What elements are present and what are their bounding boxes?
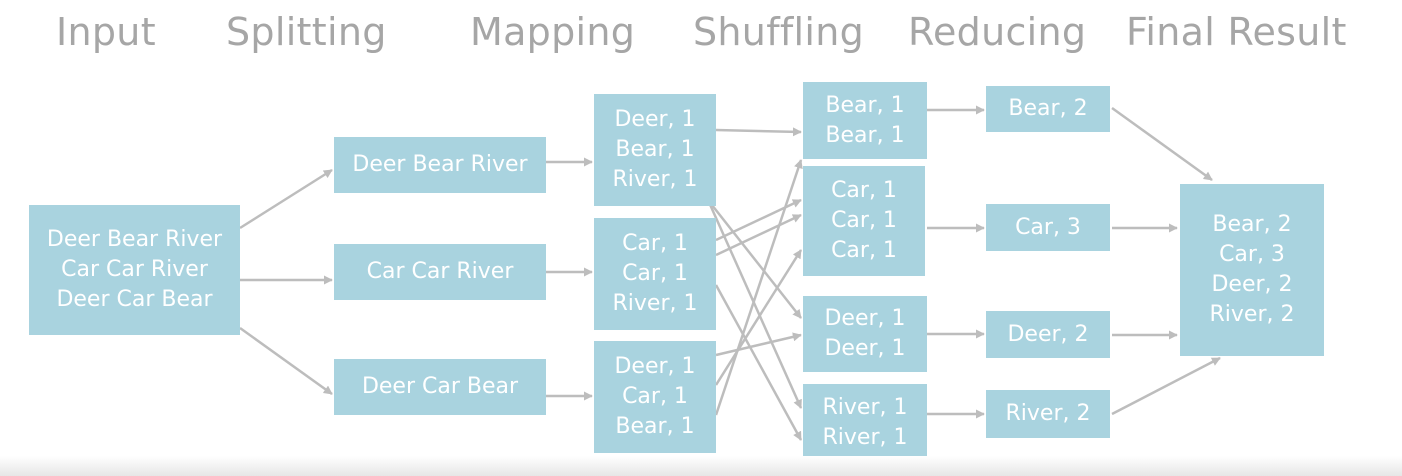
arrow-map-3-to-shuffle-deer — [715, 332, 802, 357]
shuffle-box-bear: Bear, 1 Bear, 1 — [803, 82, 927, 159]
map-line: Bear, 1 — [615, 137, 695, 162]
shuffle-line: Bear, 1 — [825, 122, 905, 148]
reduce-text: Bear, 2 — [1008, 96, 1088, 121]
map-line: River, 1 — [612, 291, 698, 316]
split-text: Deer Bear River — [352, 152, 528, 177]
split-box-3: Deer Car Bear — [334, 359, 546, 415]
reduce-box-river: River, 2 — [986, 390, 1110, 438]
final-result-box: Bear, 2 Car, 3 Deer, 2 River, 2 — [1180, 184, 1324, 356]
map-line: River, 1 — [612, 167, 698, 192]
shuffle-box-river: River, 1 River, 1 — [803, 384, 927, 462]
shuffle-line: Bear, 1 — [825, 92, 905, 118]
map-box-2: Car, 1 Car, 1 River, 1 — [594, 218, 716, 330]
mapreduce-diagram: Input Splitting Mapping Shuffling Reduci… — [0, 0, 1402, 476]
header-shuffling: Shuffling — [693, 10, 865, 54]
input-line: Deer Car Bear — [56, 287, 213, 312]
shuffle-line: Deer, 1 — [824, 336, 906, 361]
shuffle-line: River, 1 — [822, 395, 908, 420]
reduce-text: River, 2 — [1005, 401, 1091, 426]
split-text: Car Car River — [366, 259, 514, 284]
map-line: Bear, 1 — [615, 414, 695, 439]
map-box-1: Deer, 1 Bear, 1 River, 1 — [594, 94, 716, 206]
split-box-1: Deer Bear River — [334, 137, 546, 193]
final-line: River, 2 — [1209, 302, 1295, 327]
reduce-box-bear: Bear, 2 — [986, 86, 1110, 132]
arrow-reduce-river-to-final — [1111, 356, 1221, 416]
header-reducing: Reducing — [908, 10, 1087, 54]
shuffle-line: Car, 1 — [831, 178, 897, 203]
header-final-result: Final Result — [1126, 10, 1347, 54]
bottom-shade — [0, 456, 1402, 476]
arrow-reduce-bear-to-final — [1111, 106, 1213, 182]
shuffle-line: Deer, 1 — [824, 306, 906, 331]
arrow-input-to-split-3 — [239, 326, 333, 396]
shuffle-box-deer: Deer, 1 Deer, 1 — [803, 296, 927, 372]
reduce-box-deer: Deer, 2 — [986, 311, 1110, 358]
final-line: Car, 3 — [1219, 242, 1285, 267]
map-line: Deer, 1 — [614, 354, 696, 379]
arrow-map-1-to-shuffle-bear — [715, 127, 802, 137]
shuffle-box-car: Car, 1 Car, 1 Car, 1 — [803, 166, 925, 276]
reduce-text: Deer, 2 — [1007, 321, 1089, 347]
input-line: Deer Bear River — [46, 227, 223, 252]
header-mapping: Mapping — [470, 10, 636, 54]
reduce-box-car: Car, 3 — [986, 204, 1110, 251]
split-text: Deer Car Bear — [361, 374, 519, 399]
shuffle-line: Car, 1 — [831, 208, 897, 233]
input-box: Deer Bear River Car Car River Deer Car B… — [29, 205, 240, 335]
final-line: Deer, 2 — [1211, 272, 1293, 297]
map-box-3: Deer, 1 Car, 1 Bear, 1 — [594, 341, 716, 453]
arrow-input-to-split-1 — [239, 168, 333, 230]
map-line: Deer, 1 — [614, 107, 696, 132]
map-line: Car, 1 — [622, 384, 688, 409]
map-line: Car, 1 — [622, 231, 688, 256]
reduce-text: Car, 3 — [1015, 214, 1081, 240]
final-line: Bear, 2 — [1212, 212, 1292, 237]
header-input: Input — [56, 10, 156, 54]
shuffle-line: Car, 1 — [831, 238, 897, 263]
split-box-2: Car Car River — [334, 244, 546, 300]
header-splitting: Splitting — [226, 10, 387, 54]
input-line: Car Car River — [61, 257, 208, 282]
shuffle-line: River, 1 — [822, 425, 908, 450]
map-line: Car, 1 — [622, 261, 688, 286]
